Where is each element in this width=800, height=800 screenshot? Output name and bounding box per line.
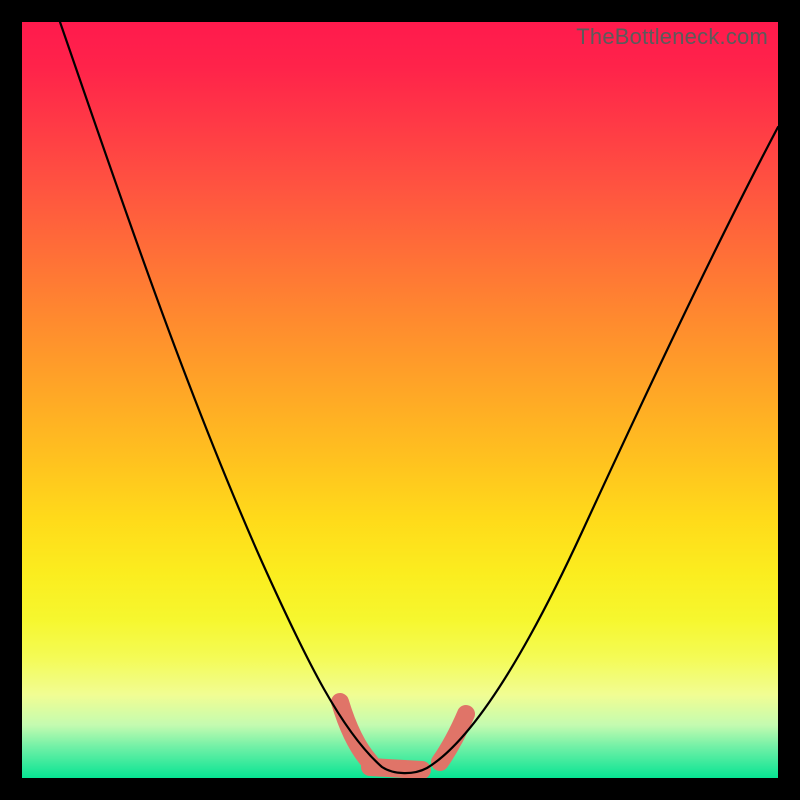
trough-highlight-bottom: [370, 767, 422, 770]
chart-frame: TheBottleneck.com: [0, 0, 800, 800]
curve-layer: [22, 22, 778, 778]
trough-highlight-left: [340, 702, 370, 762]
plot-area: TheBottleneck.com: [22, 22, 778, 778]
bottleneck-curve: [60, 22, 778, 773]
